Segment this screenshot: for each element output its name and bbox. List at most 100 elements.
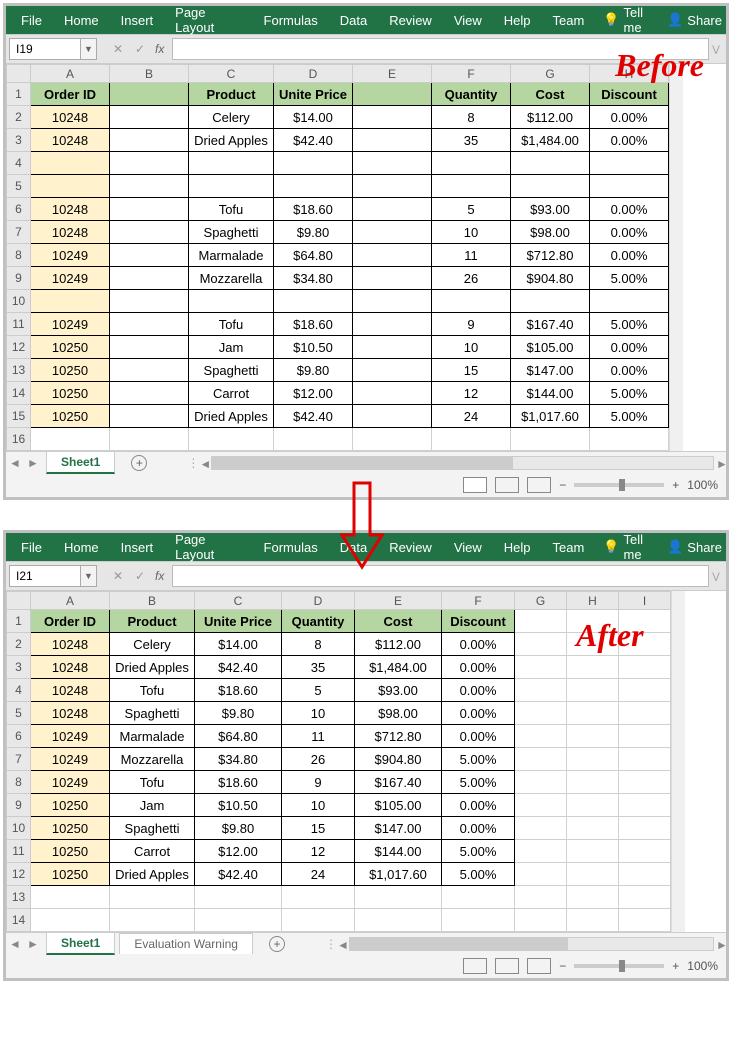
header-cell[interactable]: Order ID [31, 610, 110, 633]
empty-cell[interactable] [567, 909, 619, 932]
share-button[interactable]: 👤Share [667, 12, 722, 28]
data-cell[interactable]: Spaghetti [189, 221, 274, 244]
zoom-in-button[interactable]: + [672, 959, 679, 973]
data-cell[interactable]: $18.60 [274, 313, 353, 336]
row-header[interactable]: 1 [7, 610, 31, 633]
header-cell[interactable]: Quantity [432, 83, 511, 106]
row-header[interactable]: 8 [7, 771, 31, 794]
empty-cell[interactable] [31, 909, 110, 932]
data-cell[interactable]: 15 [282, 817, 355, 840]
empty-cell[interactable] [515, 886, 567, 909]
row-header[interactable]: 6 [7, 198, 31, 221]
data-cell[interactable]: 15 [432, 359, 511, 382]
data-cell[interactable]: 10248 [31, 129, 110, 152]
data-cell[interactable]: $1,484.00 [511, 129, 590, 152]
data-cell[interactable]: $712.80 [511, 244, 590, 267]
header-cell[interactable]: Unite Price [195, 610, 282, 633]
data-cell[interactable]: Dried Apples [189, 405, 274, 428]
data-cell[interactable]: 10 [282, 702, 355, 725]
row-header[interactable]: 9 [7, 267, 31, 290]
data-cell[interactable]: $18.60 [195, 771, 282, 794]
data-cell[interactable] [274, 152, 353, 175]
data-cell[interactable]: $14.00 [195, 633, 282, 656]
data-cell[interactable]: 10249 [31, 267, 110, 290]
fx-icon[interactable]: fx [151, 569, 168, 583]
data-cell[interactable]: Dried Apples [110, 656, 195, 679]
row-header[interactable]: 8 [7, 244, 31, 267]
zoom-level[interactable]: 100% [687, 959, 718, 973]
data-cell[interactable]: 5.00% [590, 267, 669, 290]
data-cell[interactable]: $9.80 [274, 359, 353, 382]
select-all-corner[interactable] [7, 65, 31, 83]
row-header[interactable]: 10 [7, 290, 31, 313]
data-cell[interactable] [567, 817, 619, 840]
data-cell[interactable]: 5.00% [442, 771, 515, 794]
name-box[interactable]: I21 [9, 565, 81, 587]
data-cell[interactable] [619, 863, 671, 886]
row-header[interactable]: 13 [7, 359, 31, 382]
zoom-level[interactable]: 100% [687, 478, 718, 492]
data-cell[interactable]: 10250 [31, 382, 110, 405]
data-cell[interactable]: Jam [189, 336, 274, 359]
data-cell[interactable]: 10248 [31, 198, 110, 221]
data-cell[interactable]: $1,017.60 [511, 405, 590, 428]
data-cell[interactable]: 5 [282, 679, 355, 702]
data-cell[interactable] [619, 748, 671, 771]
row-header[interactable]: 11 [7, 313, 31, 336]
col-header-F[interactable]: F [432, 65, 511, 83]
row-header[interactable]: 3 [7, 129, 31, 152]
data-cell[interactable]: 26 [282, 748, 355, 771]
row-header[interactable]: 12 [7, 863, 31, 886]
data-cell[interactable]: $42.40 [195, 656, 282, 679]
data-cell[interactable] [110, 198, 189, 221]
ribbon-tab-home[interactable]: Home [53, 540, 110, 555]
row-header[interactable]: 11 [7, 840, 31, 863]
data-cell[interactable]: 0.00% [590, 129, 669, 152]
data-cell[interactable]: $42.40 [274, 405, 353, 428]
data-cell[interactable] [567, 656, 619, 679]
data-cell[interactable]: 5.00% [442, 748, 515, 771]
data-cell[interactable]: 5.00% [442, 863, 515, 886]
data-cell[interactable]: 9 [432, 313, 511, 336]
empty-cell[interactable] [110, 428, 189, 451]
header-cell[interactable]: Discount [442, 610, 515, 633]
header-cell[interactable]: Cost [355, 610, 442, 633]
data-cell[interactable]: 10250 [31, 359, 110, 382]
data-cell[interactable] [511, 152, 590, 175]
data-cell[interactable]: 10250 [31, 405, 110, 428]
empty-cell[interactable] [110, 909, 195, 932]
scroll-right-icon[interactable]: ► [716, 938, 726, 950]
data-cell[interactable]: 0.00% [442, 633, 515, 656]
normal-view-icon[interactable] [463, 477, 487, 493]
data-cell[interactable]: 10249 [31, 771, 110, 794]
data-cell[interactable] [110, 152, 189, 175]
empty-cell[interactable] [590, 428, 669, 451]
empty-cell[interactable] [619, 909, 671, 932]
data-cell[interactable]: $1,484.00 [355, 656, 442, 679]
data-cell[interactable] [515, 656, 567, 679]
col-header-B[interactable]: B [110, 592, 195, 610]
data-cell[interactable]: 26 [432, 267, 511, 290]
empty-cell[interactable] [355, 909, 442, 932]
data-cell[interactable] [110, 175, 189, 198]
row-header[interactable]: 12 [7, 336, 31, 359]
data-cell[interactable]: Dried Apples [110, 863, 195, 886]
sheet-tab-sheet1[interactable]: Sheet1 [46, 451, 115, 474]
ribbon-tab-data[interactable]: Data [329, 13, 378, 28]
col-header-C[interactable]: C [189, 65, 274, 83]
data-cell[interactable] [189, 152, 274, 175]
data-cell[interactable]: 10249 [31, 725, 110, 748]
empty-cell[interactable] [353, 428, 432, 451]
data-cell[interactable]: $112.00 [355, 633, 442, 656]
empty-cell[interactable] [619, 886, 671, 909]
sheet-tab-evaluation-warning[interactable]: Evaluation Warning [119, 933, 253, 954]
data-cell[interactable]: $98.00 [355, 702, 442, 725]
col-header-A[interactable]: A [31, 65, 110, 83]
data-cell[interactable]: $712.80 [355, 725, 442, 748]
row-header[interactable]: 2 [7, 106, 31, 129]
data-cell[interactable]: $1,017.60 [355, 863, 442, 886]
data-cell[interactable] [353, 313, 432, 336]
data-cell[interactable] [619, 702, 671, 725]
data-cell[interactable] [590, 290, 669, 313]
data-cell[interactable] [274, 175, 353, 198]
